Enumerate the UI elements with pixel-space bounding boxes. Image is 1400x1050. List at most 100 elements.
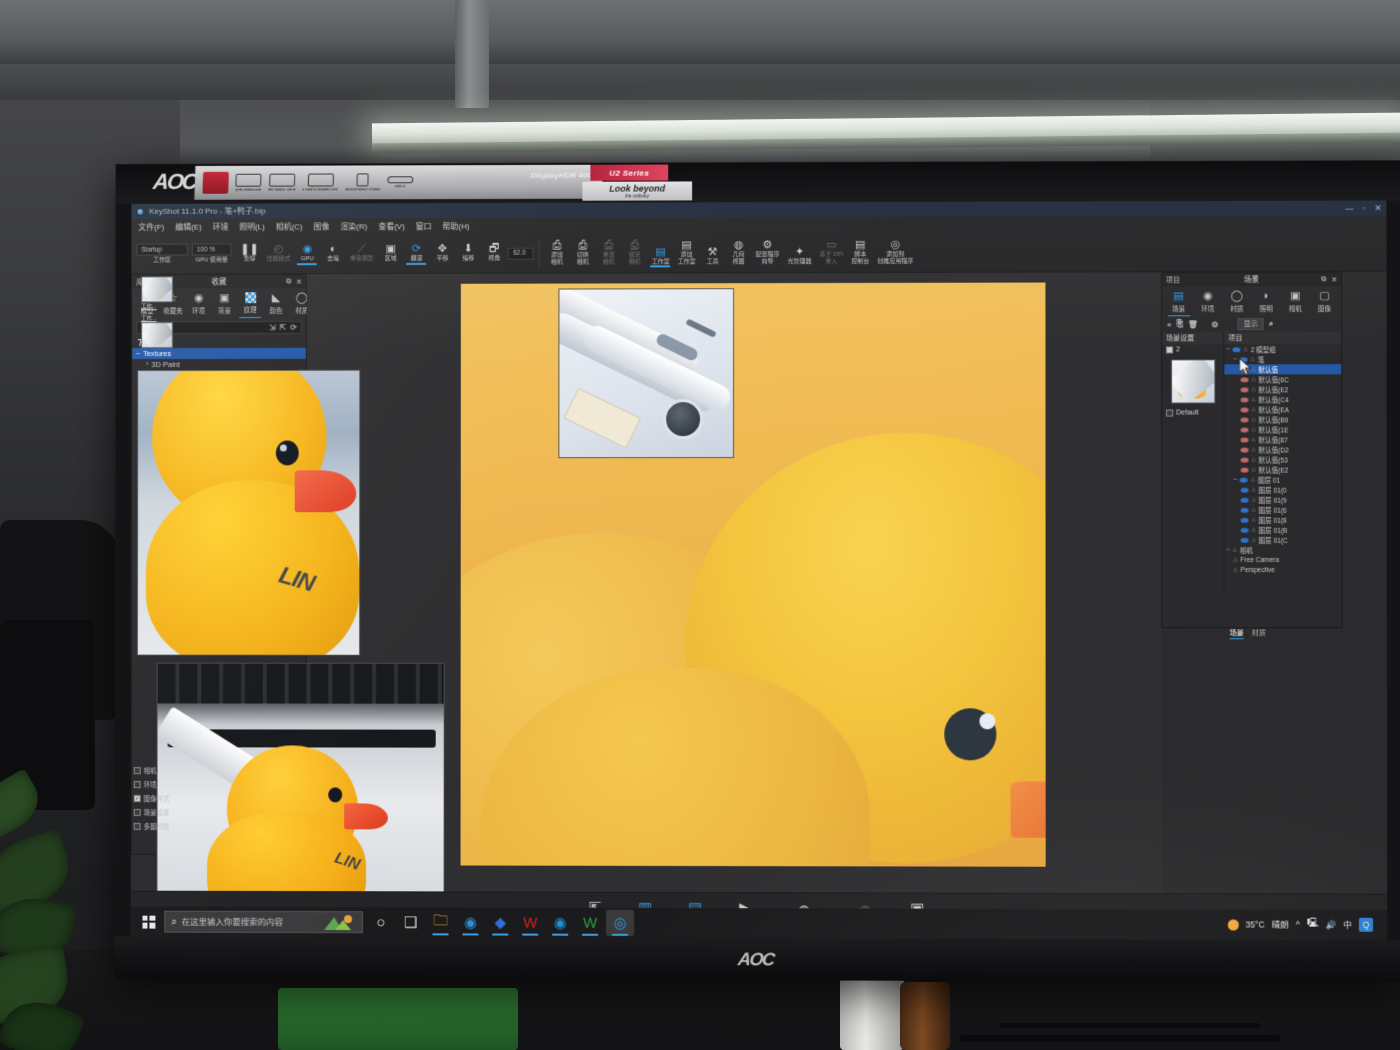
menu-item-0[interactable]: 文件(F) xyxy=(138,221,164,232)
task-view-icon[interactable]: ❑ xyxy=(397,909,425,935)
weather-desc[interactable]: 晴朗 xyxy=(1272,919,1289,931)
toolbar-dolly-icon[interactable]: ⬇ 缩移 xyxy=(456,243,480,263)
scene-set-thumbnail[interactable] xyxy=(1170,359,1215,404)
visibility-eye-icon[interactable] xyxy=(1240,497,1249,503)
project-tree-row[interactable]: △ 图层 01(B xyxy=(1224,525,1341,535)
toolbar-script-console-icon[interactable]: ▤ 脚本 控制台 xyxy=(848,239,872,266)
rail-checkbox[interactable] xyxy=(133,822,141,830)
project-tree-row[interactable]: △ 默认值(E2 xyxy=(1224,384,1341,394)
network-icon[interactable]: 🖳 xyxy=(1307,918,1318,932)
edge-icon[interactable]: ◉ xyxy=(546,910,574,936)
project-tree-row[interactable]: △ 默认值(53 xyxy=(1224,455,1341,465)
project-tree-row[interactable]: △ 图层 01(C xyxy=(1225,535,1342,545)
duplicate-icon[interactable]: ⎘ xyxy=(1177,319,1183,329)
app-blue-icon[interactable]: ◆ xyxy=(486,910,514,936)
tab-material-icon[interactable]: ◯ 材质 xyxy=(1224,289,1250,316)
collapse-icon[interactable]: « xyxy=(1167,320,1171,329)
library-float-icon[interactable]: ⧉ xyxy=(286,278,291,286)
menu-item-5[interactable]: 图像 xyxy=(314,221,330,232)
tab-backplate-icon[interactable]: ▣ 背景 xyxy=(212,291,238,318)
toolbar-studio-icon[interactable]: ▤ 工作室 xyxy=(649,246,673,267)
toolbar-fov-icon[interactable]: 🗗 视角 xyxy=(482,243,506,263)
project-tree-row[interactable]: △ Free Camera xyxy=(1225,555,1342,565)
tree-expander-icon[interactable]: – xyxy=(1227,547,1230,553)
toolbar-configurator-wizard-icon[interactable]: ⚙ 配置程序 向导 xyxy=(753,239,783,266)
keyshot-icon[interactable]: ◎ xyxy=(606,909,635,936)
project-tree-row[interactable]: △ 默认值(E2 xyxy=(1224,465,1341,475)
pens-reference-window[interactable] xyxy=(558,288,735,459)
ime-search-icon[interactable]: Q xyxy=(1358,917,1374,932)
project-tree-row[interactable]: △ 默认值(D2 xyxy=(1224,444,1341,455)
menu-item-6[interactable]: 渲染(R) xyxy=(340,221,367,232)
visibility-eye-icon[interactable] xyxy=(1240,427,1249,433)
gpu-usage-field[interactable]: 100 % xyxy=(191,243,232,256)
menu-item-2[interactable]: 环境 xyxy=(213,221,229,232)
studio-item[interactable]: 工作... xyxy=(141,314,177,349)
volume-icon[interactable]: 🔊 xyxy=(1325,919,1336,930)
menu-item-3[interactable]: 照明(L) xyxy=(239,221,265,232)
default-set-row[interactable]: Default xyxy=(1162,407,1223,418)
project-tree-row[interactable]: △ 默认值 xyxy=(1224,364,1342,375)
toolbar-denoise-icon[interactable]: ◐ 去噪 xyxy=(321,243,345,263)
project-search-icon[interactable]: ⌕ xyxy=(1269,319,1274,329)
tree-expander-icon[interactable]: – xyxy=(136,350,140,357)
rail-checkbox-row[interactable]: 多图材质 xyxy=(131,819,1387,835)
workspace-preset-field[interactable]: Startup xyxy=(136,243,188,256)
duck-closeup-reference[interactable]: LIN xyxy=(136,369,361,656)
toolbar-lock-camera-icon[interactable]: ⎙ 锁定 相机 xyxy=(623,239,647,266)
visibility-eye-icon[interactable] xyxy=(1240,416,1249,423)
wechat-icon[interactable]: W xyxy=(576,910,604,936)
toolbar-light-manager-icon[interactable]: ✦ 光管理器 xyxy=(785,246,815,267)
toolbar-add-to-app-icon[interactable]: ◎ 添加到 创推应用程序 xyxy=(874,239,916,266)
studio-item[interactable]: 工作... xyxy=(141,276,177,310)
toolbar-pan-icon[interactable]: ✥ 平移 xyxy=(431,243,455,263)
project-tree-row[interactable]: – △ 笔 xyxy=(1224,354,1341,364)
toolbar-workspace[interactable]: 工作区 xyxy=(136,258,188,265)
project-tree-row[interactable]: △ 默认值(6C xyxy=(1224,374,1341,384)
start-button[interactable] xyxy=(137,915,161,929)
rail-checkbox[interactable] xyxy=(133,780,141,788)
toolbar-shadow-icon[interactable]: ⟋ 重染阴影 xyxy=(347,243,377,263)
project-tree-row[interactable]: △ 图层 01(6 xyxy=(1224,505,1341,515)
fov-value-field[interactable]: 62.0 xyxy=(508,247,535,260)
menu-item-8[interactable]: 窗口 xyxy=(416,221,432,232)
visibility-eye-icon[interactable] xyxy=(1240,487,1249,493)
scene-set-row[interactable]: 2 xyxy=(1162,344,1223,355)
tree-expander-icon[interactable]: – xyxy=(1226,346,1229,352)
visibility-eye-icon[interactable] xyxy=(1240,517,1249,523)
close-button[interactable]: ✕ xyxy=(1375,204,1382,213)
toolbar-reset-camera-icon[interactable]: ⎙ 重置 相机 xyxy=(597,240,621,267)
menu-item-7[interactable]: 查看(V) xyxy=(378,221,405,232)
delete-icon[interactable]: 🗑 xyxy=(1188,320,1198,329)
tab-color-icon[interactable]: ◣ 颜色 xyxy=(263,291,289,318)
collapse-all-icon[interactable]: ⇱ xyxy=(280,323,287,332)
visibility-eye-icon[interactable] xyxy=(1240,527,1249,533)
project-tree-row[interactable]: △ 默认值(1E xyxy=(1224,424,1341,435)
visibility-eye-icon[interactable] xyxy=(1239,356,1248,362)
tab-scene-icon[interactable]: ▤ 场景 xyxy=(1165,289,1191,316)
tab-camera-icon[interactable]: ▣ 相机 xyxy=(1282,289,1308,316)
project-tree-row[interactable]: △ 图层 01(8 xyxy=(1224,515,1341,525)
maximize-button[interactable]: ▫ xyxy=(1363,204,1366,213)
toolbar-gpu-usage[interactable]: GPU 使用量 xyxy=(192,258,232,265)
tab-lighting-icon[interactable]: ◗ 照明 xyxy=(1253,289,1279,316)
rail-checkbox[interactable] xyxy=(133,808,141,816)
project-tree-row[interactable]: △ Perspective xyxy=(1225,565,1342,575)
studio-thumb-icon[interactable] xyxy=(141,276,173,303)
library-tree-row[interactable]: › 3D Paint xyxy=(132,359,306,370)
scene-set-checkbox[interactable] xyxy=(1166,346,1174,354)
toolbar-add-studio-icon[interactable]: ▤ 添加 工作室 xyxy=(675,239,699,266)
toolbar-tumble-icon[interactable]: ⟳ 翻滚 xyxy=(405,243,429,263)
project-filter-dropdown[interactable]: 显示 xyxy=(1237,318,1264,331)
tab-environment-icon[interactable]: ◉ 环境 xyxy=(1195,289,1221,316)
menu-item-9[interactable]: 帮助(H) xyxy=(443,220,470,231)
project-tree-row[interactable]: △ 默认值(B9 xyxy=(1224,414,1341,424)
visibility-eye-icon[interactable] xyxy=(1240,537,1249,543)
visibility-eye-icon[interactable] xyxy=(1240,396,1249,402)
project-tree-row[interactable]: △ 默认值(EA xyxy=(1224,404,1341,414)
toolbar-add-camera-icon[interactable]: ⎙ 添加 相机 xyxy=(545,240,569,267)
tab-image-icon[interactable]: ▢ 图像 xyxy=(1311,289,1337,316)
visibility-eye-icon[interactable] xyxy=(1240,467,1249,473)
toolbar-region-icon[interactable]: ▣ 区域 xyxy=(379,243,403,263)
tab-texture-icon[interactable]: 纹理 xyxy=(237,291,263,318)
